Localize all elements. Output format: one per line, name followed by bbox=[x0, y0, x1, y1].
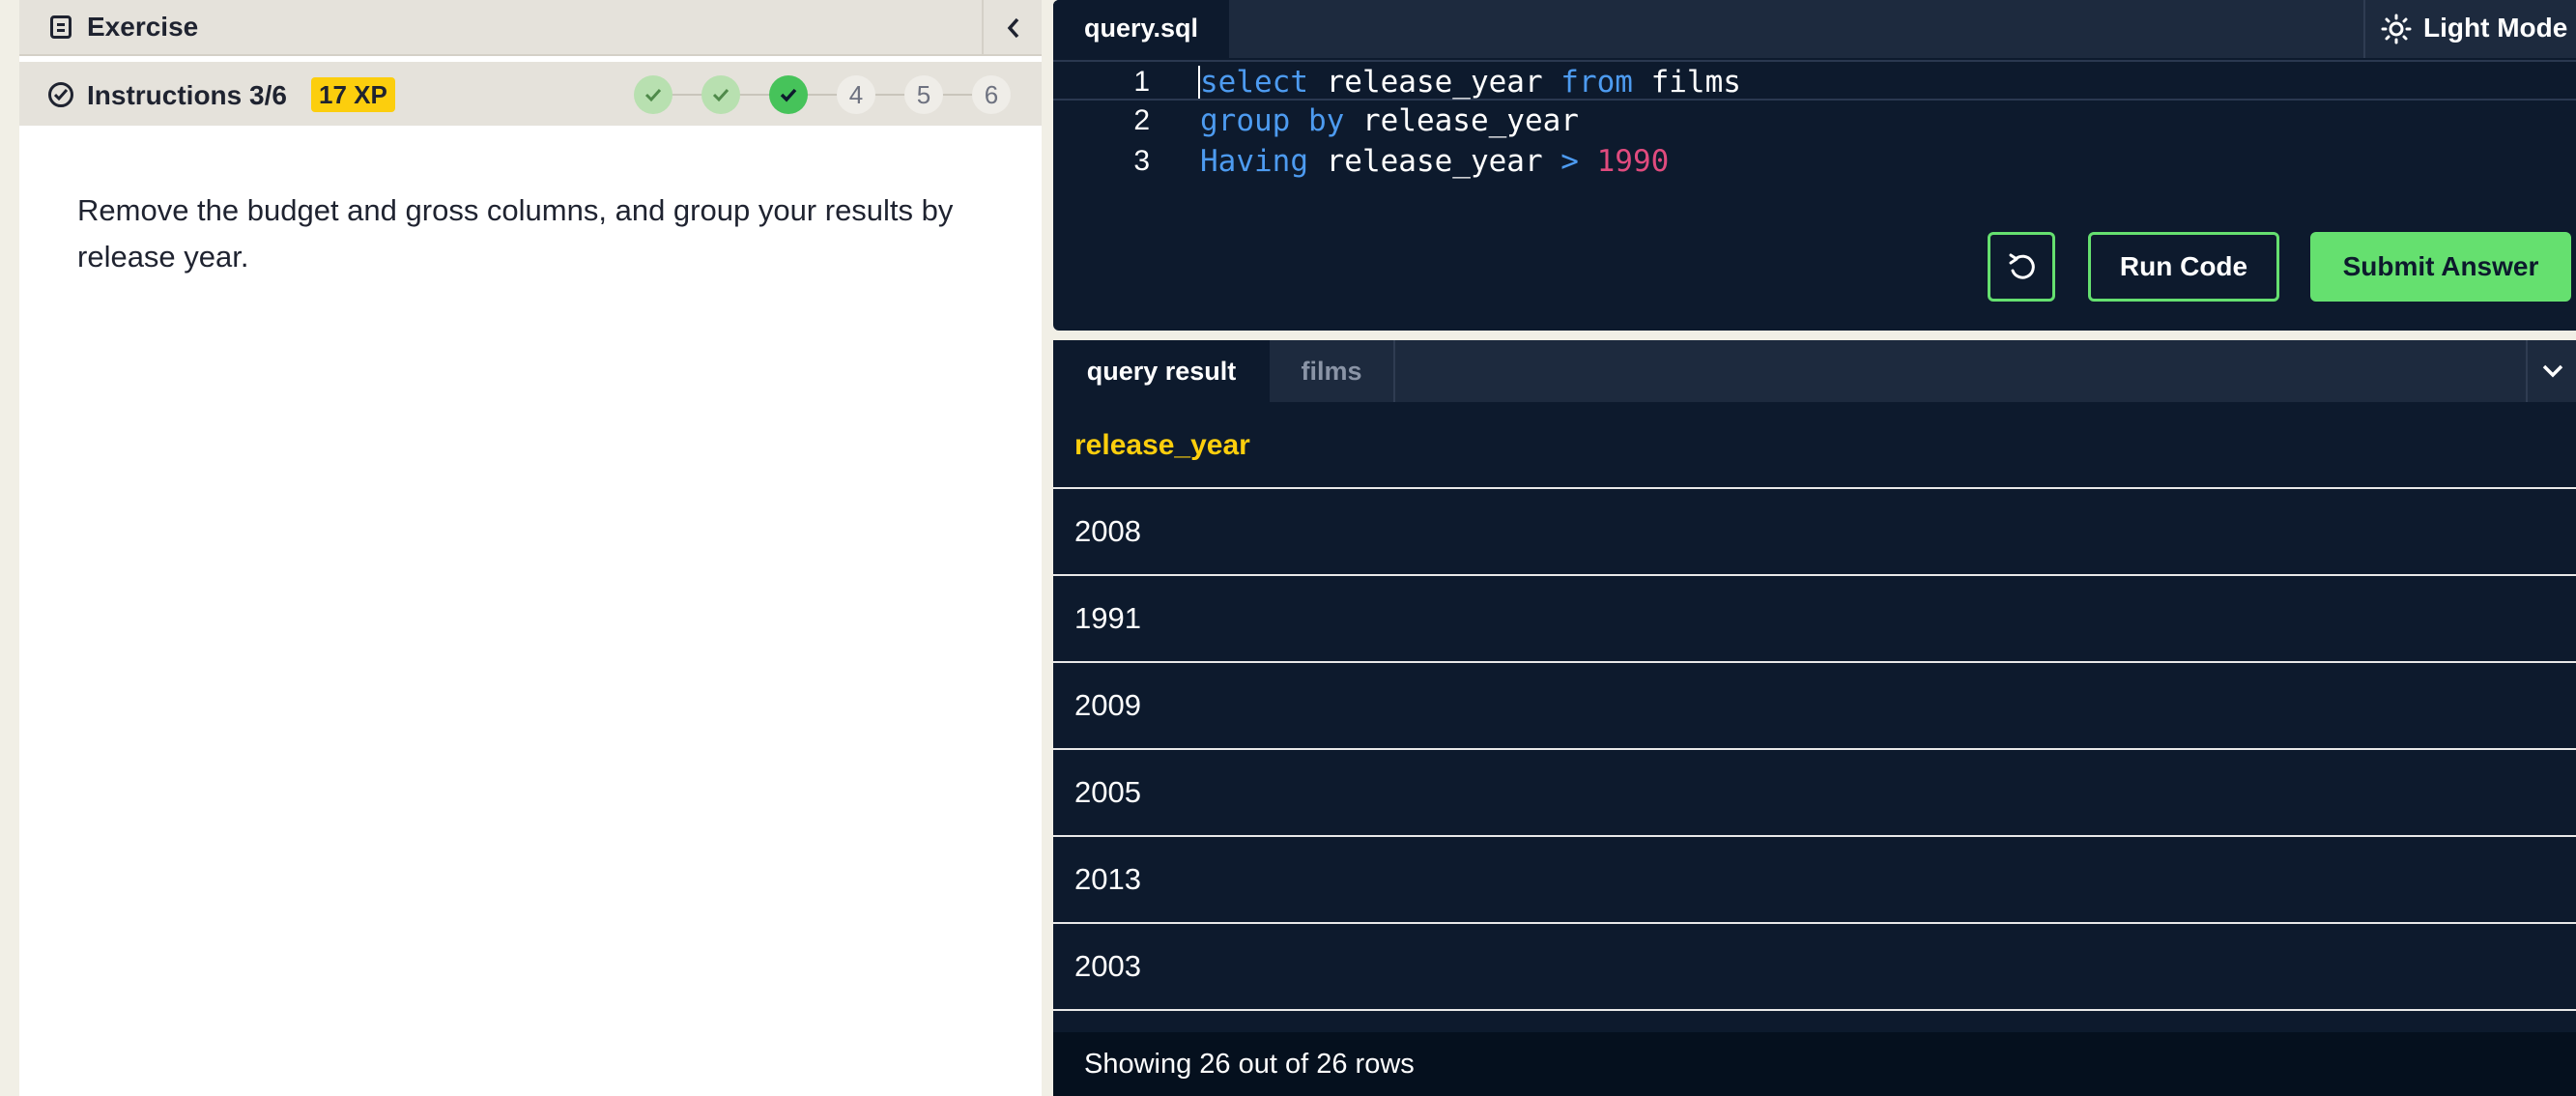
step-3[interactable] bbox=[769, 75, 808, 114]
step-6[interactable]: 6 bbox=[972, 75, 1011, 114]
step-5[interactable]: 5 bbox=[904, 75, 943, 114]
code-line-2[interactable]: 2 group by release_year bbox=[1053, 101, 2576, 141]
check-icon bbox=[712, 88, 730, 102]
table-row: 2009 bbox=[1053, 663, 2576, 750]
results-table: release_year 2008 1991 2009 2005 2013 20… bbox=[1053, 402, 2576, 1011]
instruction-text: Remove the budget and gross columns, and… bbox=[77, 193, 954, 274]
reset-icon bbox=[2009, 253, 2035, 279]
exercise-title: Exercise bbox=[87, 12, 199, 42]
submit-answer-button[interactable]: Submit Answer bbox=[2310, 232, 2571, 302]
sun-icon bbox=[2381, 14, 2412, 44]
instructions-bar: Instructions 3/6 17 XP 4 5 6 bbox=[19, 62, 1042, 126]
editor-tabbar: query.sql Light Mode bbox=[1053, 0, 2576, 58]
results-panel: query result films release_year 2008 199… bbox=[1053, 340, 2576, 1096]
code-line-3[interactable]: 3 Having release_year > 1990 bbox=[1053, 141, 2576, 182]
code-text: Having release_year > 1990 bbox=[1200, 144, 1670, 179]
code-text: select release_year from films bbox=[1200, 65, 1741, 100]
reset-code-button[interactable] bbox=[1988, 232, 2055, 302]
tab-query-result[interactable]: query result bbox=[1053, 340, 1270, 402]
check-icon bbox=[780, 88, 797, 102]
code-text: group by release_year bbox=[1200, 103, 1579, 138]
exercise-panel: Exercise Instructions 3/6 17 XP 4 5 6 Re bbox=[19, 0, 1042, 1096]
line-number: 3 bbox=[1133, 145, 1150, 177]
chevron-left-icon bbox=[1007, 17, 1019, 39]
table-row: 1991 bbox=[1053, 576, 2576, 663]
collapse-results-button[interactable] bbox=[2526, 340, 2576, 402]
light-mode-toggle[interactable]: Light Mode bbox=[2363, 0, 2576, 58]
step-4[interactable]: 4 bbox=[837, 75, 875, 114]
instructions-title: Instructions 3/6 bbox=[87, 80, 287, 110]
table-row: 2005 bbox=[1053, 750, 2576, 837]
step-2[interactable] bbox=[701, 75, 740, 114]
exercise-header: Exercise bbox=[19, 0, 1042, 56]
tab-films[interactable]: films bbox=[1270, 340, 1395, 402]
xp-badge: 17 XP bbox=[311, 77, 395, 112]
code-area[interactable]: 1 select release_year from films 2 group… bbox=[1053, 60, 2576, 182]
exercise-icon bbox=[50, 15, 72, 39]
check-icon bbox=[644, 88, 662, 102]
results-tabbar: query result films bbox=[1053, 340, 2576, 402]
tab-query-sql[interactable]: query.sql bbox=[1053, 0, 1229, 58]
column-header: release_year bbox=[1053, 402, 2576, 489]
step-1[interactable] bbox=[634, 75, 673, 114]
collapse-panel-button[interactable] bbox=[982, 0, 1042, 56]
line-number: 1 bbox=[1133, 66, 1150, 98]
table-row: 2008 bbox=[1053, 489, 2576, 576]
table-row: 2003 bbox=[1053, 924, 2576, 1011]
table-row: 2013 bbox=[1053, 837, 2576, 924]
code-editor: query.sql Light Mode 1 select release_ye… bbox=[1053, 0, 2576, 331]
run-code-button[interactable]: Run Code bbox=[2088, 232, 2279, 302]
line-number: 2 bbox=[1133, 104, 1150, 136]
check-circle-icon bbox=[48, 82, 73, 107]
light-mode-label: Light Mode bbox=[2423, 13, 2568, 43]
row-count-status: Showing 26 out of 26 rows bbox=[1053, 1032, 2576, 1096]
chevron-down-icon bbox=[2542, 364, 2563, 378]
code-line-1[interactable]: 1 select release_year from films bbox=[1053, 60, 2576, 101]
